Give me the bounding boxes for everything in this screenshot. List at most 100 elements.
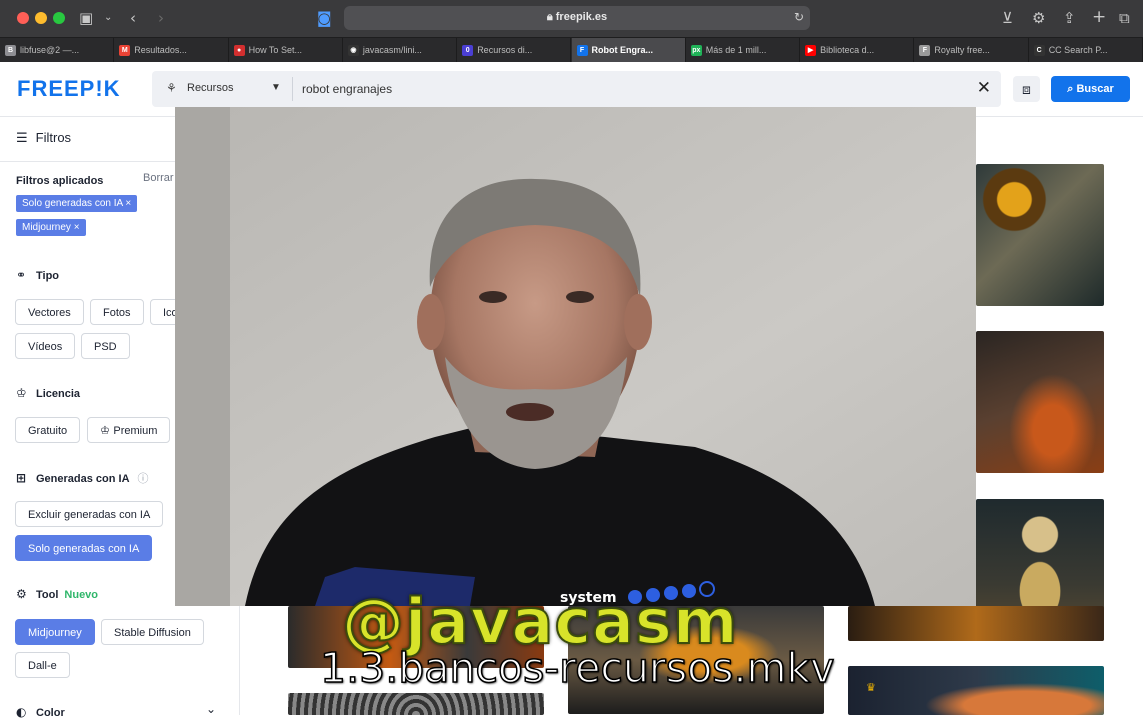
search-icon: ⌕: [1067, 83, 1074, 95]
filter-stable-diffusion[interactable]: Stable Diffusion: [101, 619, 204, 645]
browser-tab-label: Resultados...: [134, 45, 187, 55]
reload-icon[interactable]: ↻: [794, 10, 804, 24]
close-window-button[interactable]: [17, 12, 29, 24]
browser-tab[interactable]: ▶ Biblioteca d...: [800, 38, 915, 63]
favicon-icon: F: [919, 45, 931, 56]
palette-icon: ◐: [16, 705, 27, 719]
search-by-image-icon[interactable]: ⧈: [1013, 76, 1040, 102]
search-button-label: Buscar: [1076, 83, 1114, 95]
browser-tab-label: Recursos di...: [477, 45, 533, 55]
filter-only-ai[interactable]: Solo generadas con IA: [15, 535, 153, 561]
tab-overview-icon[interactable]: ⧉: [1119, 9, 1130, 27]
chevron-down-icon[interactable]: ⌄: [206, 702, 216, 716]
shapes-icon: ⚭: [16, 268, 27, 282]
browser-tab[interactable]: F Royalty free...: [914, 38, 1029, 63]
filter-dall-e[interactable]: Dall-e: [15, 652, 70, 678]
minimize-window-button[interactable]: [35, 12, 47, 24]
favicon-icon: B: [5, 45, 16, 56]
browser-tab[interactable]: M Resultados...: [114, 38, 229, 63]
filter-midjourney[interactable]: Midjourney: [15, 619, 95, 645]
download-icon[interactable]: ⊻: [1002, 9, 1013, 27]
result-image[interactable]: [848, 606, 1104, 641]
chevron-down-icon[interactable]: ⌄: [104, 12, 112, 23]
filename-watermark: 1.3.bancos-recursos.mkv: [319, 643, 835, 693]
filter-exclude-ai[interactable]: Excluir generadas con IA: [15, 501, 164, 527]
browser-titlebar: ▣ ⌄ ‹ › ◙ 🔒︎ freepik.es ↻ ⊻ ⚙ ⇪ + ⧉: [0, 0, 1143, 37]
tab-bar: Blibfuse@2 —... M Resultados... ● How To Set…: [0, 37, 1143, 63]
browser-tab[interactable]: ● How To Set...: [229, 38, 343, 63]
crown-icon: ♔: [100, 424, 114, 437]
clear-filters-link[interactable]: Borrar: [143, 172, 174, 184]
gear-icon[interactable]: ⚙: [1032, 9, 1045, 27]
result-image[interactable]: [976, 164, 1104, 306]
ai-icon: ⊞: [16, 471, 27, 485]
sliders-icon: ☰: [16, 131, 28, 146]
maximize-window-button[interactable]: [53, 12, 65, 24]
applied-chip-ai[interactable]: Solo generadas con IA ×: [16, 195, 138, 212]
search-button[interactable]: ⌕ Buscar: [1051, 76, 1130, 102]
caret-down-icon[interactable]: ▼: [271, 82, 281, 93]
color-section-title[interactable]: ◐ Color: [16, 705, 65, 719]
crown-outline-icon: ♔: [16, 386, 27, 400]
divider: [292, 77, 293, 101]
browser-tab-label: Robot Engra...: [591, 45, 654, 55]
pocket-icon[interactable]: ◙: [317, 9, 332, 27]
share-icon[interactable]: ⇪: [1063, 9, 1076, 27]
filter-premium[interactable]: ♔ Premium: [87, 417, 171, 443]
browser-tab[interactable]: C CC Search P...: [1029, 38, 1143, 63]
applied-chip-midjourney[interactable]: Midjourney ×: [16, 219, 86, 236]
browser-tab-label: How To Set...: [248, 45, 302, 55]
tool-icon: ⚙: [16, 587, 27, 601]
clear-search-icon[interactable]: ✕: [977, 78, 991, 98]
type-section-title[interactable]: ⚭ Tipo: [16, 268, 59, 282]
result-image[interactable]: ♛: [848, 666, 1104, 715]
browser-tab[interactable]: F Robot Engra...: [571, 38, 686, 63]
favicon-icon: M: [119, 45, 131, 56]
favicon-icon: px: [690, 45, 702, 56]
filter-fotos[interactable]: Fotos: [90, 299, 144, 325]
browser-tab-label: Royalty free...: [934, 45, 990, 55]
new-tab-icon[interactable]: +: [1092, 7, 1106, 27]
browser-tab[interactable]: px Más de 1 mill...: [686, 38, 801, 63]
browser-tab[interactable]: 0 Recursos di...: [457, 38, 572, 63]
ai-section-title[interactable]: ⊞ Generadas con IA ⓘ: [16, 470, 149, 486]
browser-tab-label: javacasm/lini...: [362, 45, 422, 55]
browser-tab[interactable]: Blibfuse@2 —...: [0, 38, 115, 63]
resource-type-select[interactable]: Recursos: [187, 82, 233, 94]
search-input[interactable]: robot engranajes: [302, 82, 392, 96]
favicon-icon: ▶: [805, 45, 817, 56]
premium-crown-icon: ♛: [866, 681, 876, 694]
browser-tab-label: libfuse@2 —...: [20, 45, 80, 55]
back-arrow-icon[interactable]: ‹: [130, 9, 136, 27]
result-image[interactable]: [976, 331, 1104, 473]
info-icon[interactable]: ⓘ: [138, 472, 149, 485]
tool-section-title[interactable]: ⚙ Tool Nuevo: [16, 587, 98, 601]
browser-tab[interactable]: ◉ javacasm/lini...: [343, 38, 458, 63]
filters-heading[interactable]: ☰ Filtros: [16, 130, 71, 146]
filter-videos[interactable]: Vídeos: [15, 333, 76, 359]
lock-icon: 🔒︎: [546, 11, 556, 23]
url-text: 🔒︎ freepik.es: [546, 11, 608, 23]
freepik-logo[interactable]: FREEP!K: [17, 76, 121, 102]
browser-tab-label: Más de 1 mill...: [705, 45, 767, 55]
search-bar: ⚘ Recursos ▼ robot engranajes ✕: [152, 71, 1001, 107]
applied-filters-title: Filtros aplicados: [16, 175, 104, 187]
webcam-video-overlay: system: [175, 107, 976, 606]
result-image[interactable]: [288, 693, 544, 715]
favicon-icon: ◉: [347, 45, 359, 56]
filter-vectores[interactable]: Vectores: [15, 299, 84, 325]
new-badge: Nuevo: [64, 589, 99, 601]
favicon-icon: ●: [233, 45, 245, 56]
browser-tab-label: Biblioteca d...: [820, 45, 875, 55]
filter-gratuito[interactable]: Gratuito: [15, 417, 81, 443]
favicon-icon: F: [576, 45, 588, 56]
license-section-title[interactable]: ♔ Licencia: [16, 386, 80, 400]
forward-arrow-icon[interactable]: ›: [158, 9, 164, 27]
sidebar-toggle-icon[interactable]: ▣: [79, 9, 93, 27]
favicon-icon: C: [1033, 45, 1045, 56]
filter-psd[interactable]: PSD: [81, 333, 130, 359]
presenter-illustration: system: [175, 107, 976, 606]
address-bar[interactable]: 🔒︎ freepik.es ↻: [344, 6, 810, 30]
favicon-icon: 0: [462, 45, 474, 56]
browser-tab-label: CC Search P...: [1048, 45, 1108, 55]
